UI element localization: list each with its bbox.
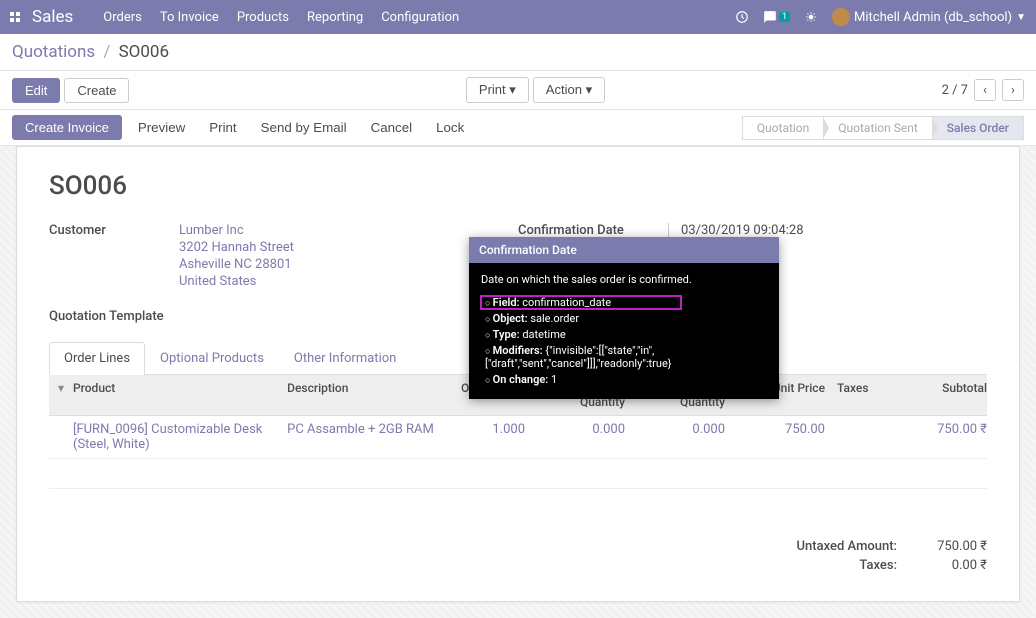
topbar: Sales Orders To Invoice Products Reporti… (0, 0, 1036, 34)
clock-icon[interactable] (735, 10, 749, 24)
pager-next-button[interactable]: › (1002, 79, 1024, 101)
print-button-2[interactable]: Print (197, 116, 248, 139)
nav-config[interactable]: Configuration (381, 10, 459, 25)
tab-optional-products[interactable]: Optional Products (145, 342, 279, 374)
tooltip-field: Field: confirmation_date (481, 296, 681, 309)
nav-toinvoice[interactable]: To Invoice (160, 10, 219, 25)
row-desc[interactable]: PC Assamble + 2GB RAM (287, 422, 437, 452)
send-email-button[interactable]: Send by Email (249, 116, 359, 139)
row-ordqty: 1.000 (437, 422, 537, 452)
order-name: SO006 (49, 171, 987, 201)
action-bar: Create Invoice Preview Print Send by Ema… (0, 110, 1036, 146)
row-price: 750.00 (737, 422, 837, 452)
breadcrumb-root[interactable]: Quotations (12, 42, 95, 62)
print-button[interactable]: Print ▾ (466, 77, 529, 103)
topnav: Orders To Invoice Products Reporting Con… (103, 10, 735, 25)
quote-template-label: Quotation Template (49, 309, 179, 324)
customer-label: Customer (49, 223, 179, 291)
status-quotation-sent[interactable]: Quotation Sent (824, 116, 933, 140)
table-row[interactable]: [FURN_0096] Customizable Desk (Steel, Wh… (49, 416, 987, 459)
caret-down-icon: ▼ (1016, 12, 1026, 23)
lock-button[interactable]: Lock (424, 116, 476, 139)
status-bar: Quotation Quotation Sent Sales Order (742, 116, 1024, 140)
nav-orders[interactable]: Orders (103, 10, 142, 25)
tab-other-info[interactable]: Other Information (279, 342, 411, 374)
toolbar: Edit Create Print ▾ Action ▾ 2 / 7 ‹ › (0, 71, 1036, 110)
col-description[interactable]: Description (287, 381, 437, 409)
tab-order-lines[interactable]: Order Lines (49, 342, 145, 375)
tooltip-type: Type: datetime (481, 328, 767, 341)
user-label: Mitchell Admin (db_school) (854, 10, 1012, 25)
caret-down-icon: ▾ (586, 82, 593, 97)
tooltip-title: Confirmation Date (469, 237, 779, 263)
col-taxes[interactable]: Taxes (837, 381, 897, 409)
action-button[interactable]: Action ▾ (533, 77, 605, 103)
preview-button[interactable]: Preview (126, 116, 197, 139)
row-subtotal: 750.00 ₹ (897, 422, 987, 452)
message-badge: 1 (779, 12, 790, 22)
breadcrumb-bar: Quotations / SO006 (0, 34, 1036, 71)
sort-handle-icon: ▾ (49, 381, 73, 409)
nav-products[interactable]: Products (237, 10, 289, 25)
tooltip-onchange: On change: 1 (481, 373, 767, 386)
tooltip-modifiers: Modifiers: {"invisible":[["state","in",[… (481, 344, 767, 370)
edit-button[interactable]: Edit (12, 78, 60, 103)
breadcrumb-current: SO006 (119, 42, 169, 62)
row-taxes (837, 422, 897, 452)
untaxed-value: 750.00 ₹ (917, 539, 987, 554)
field-tooltip: Confirmation Date Date on which the sale… (469, 237, 779, 399)
untaxed-label: Untaxed Amount: (797, 539, 897, 554)
nav-reporting[interactable]: Reporting (307, 10, 363, 25)
row-product[interactable]: [FURN_0096] Customizable Desk (Steel, Wh… (73, 422, 287, 452)
row-invqty: 0.000 (637, 422, 737, 452)
tooltip-object: Object: sale.order (481, 312, 767, 325)
cancel-button[interactable]: Cancel (359, 116, 425, 139)
col-subtotal[interactable]: Subtotal (897, 381, 987, 409)
create-button[interactable]: Create (64, 78, 129, 103)
row-delqty: 0.000 (537, 422, 637, 452)
taxes-label: Taxes: (859, 558, 897, 573)
customer-value[interactable]: Lumber Inc 3202 Hannah Street Asheville … (179, 223, 294, 291)
status-sales-order[interactable]: Sales Order (933, 116, 1024, 140)
tooltip-desc: Date on which the sales order is confirm… (481, 273, 767, 286)
avatar-icon (832, 8, 850, 26)
messages-icon[interactable]: 1 (763, 10, 790, 24)
breadcrumb: Quotations / SO006 (12, 42, 169, 62)
breadcrumb-sep: / (103, 42, 110, 62)
pager-counter: 2 / 7 (942, 83, 968, 98)
totals: Untaxed Amount: 750.00 ₹ Taxes: 0.00 ₹ (797, 539, 987, 577)
create-invoice-button[interactable]: Create Invoice (12, 115, 122, 140)
status-quotation[interactable]: Quotation (742, 116, 824, 140)
taxes-value: 0.00 ₹ (917, 558, 987, 573)
bug-icon[interactable] (804, 10, 818, 24)
col-product[interactable]: Product (73, 381, 287, 409)
form-sheet: SO006 Customer Lumber Inc 3202 Hannah St… (16, 146, 1020, 602)
brand[interactable]: Sales (32, 7, 73, 27)
caret-down-icon: ▾ (509, 82, 516, 97)
user-menu[interactable]: Mitchell Admin (db_school) ▼ (832, 8, 1026, 26)
apps-icon[interactable] (10, 12, 20, 22)
pager-prev-button[interactable]: ‹ (974, 79, 996, 101)
